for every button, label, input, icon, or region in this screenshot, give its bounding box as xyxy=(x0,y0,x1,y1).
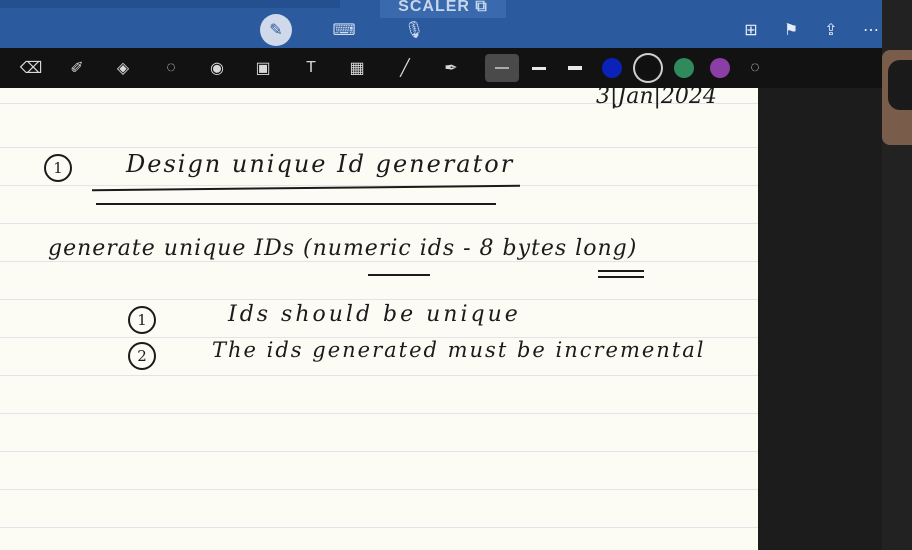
more-icon: ⋯ xyxy=(863,22,879,39)
tab-strip xyxy=(0,0,340,8)
right-actions: ⊞ ⚑ ⇪ ⋯ xyxy=(740,14,882,46)
stroke-thick-button[interactable] xyxy=(560,54,590,82)
color-picker-icon: ✒ xyxy=(444,60,458,77)
color-picker-button[interactable]: ✒ xyxy=(436,54,466,82)
image-button[interactable]: ▣ xyxy=(248,54,278,82)
heading-underline xyxy=(92,184,520,192)
stroke-medium-button[interactable] xyxy=(524,54,554,82)
audio-mode-button[interactable]: 🎙 xyxy=(398,14,430,46)
sticker-icon: ▦ xyxy=(349,60,365,77)
pen-mode-button[interactable]: ✎ xyxy=(260,14,292,46)
laser-pointer-icon: ◉ xyxy=(210,60,224,77)
keyboard-icon: ⌨ xyxy=(332,22,356,39)
keyboard-mode-button[interactable]: ⌨ xyxy=(328,14,360,46)
item-2-number: 2 xyxy=(128,342,156,370)
stroke-medium-icon xyxy=(532,66,546,70)
brand-logo: SCALER ⧉ xyxy=(380,0,506,18)
stroke-thin-icon xyxy=(495,67,509,69)
note-date: 3|Jan|2024 xyxy=(596,88,717,109)
canvas-margin xyxy=(758,88,882,550)
share-button[interactable]: ⇪ xyxy=(820,14,842,46)
share-icon: ⇪ xyxy=(824,22,838,39)
shapes-icon: ◈ xyxy=(116,60,130,77)
color-wheel-icon: ◌ xyxy=(750,59,760,76)
bookmark-icon: ⚑ xyxy=(783,22,799,39)
microphone-icon: 🎙 xyxy=(403,22,425,39)
color-swatch-black[interactable] xyxy=(638,58,658,78)
stroke-thick-icon xyxy=(568,66,582,70)
notebook-page[interactable]: 3|Jan|2024 1 Design unique Id generator … xyxy=(0,88,758,550)
image-icon: ▣ xyxy=(255,60,271,77)
custom-color-button[interactable]: ◌ xyxy=(740,54,770,82)
color-swatch-purple[interactable] xyxy=(710,58,730,78)
lasso-button[interactable]: ◌ xyxy=(156,54,186,82)
webcam-feed xyxy=(882,0,912,550)
app-top-bar: SCALER ⧉ ✎ ⌨ 🎙 ⊞ ⚑ ⇪ ⋯ xyxy=(0,0,882,48)
shapes-button[interactable]: ◈ xyxy=(108,54,138,82)
drawing-toolbar: ⌫ ✐ ◈ ◌ ◉ ▣ T ▦ ╱ ✒ ◌ xyxy=(0,48,882,88)
text-button[interactable]: T xyxy=(296,54,326,82)
note-heading: Design unique Id generator xyxy=(126,150,515,178)
highlighter-button[interactable]: ✐ xyxy=(62,54,92,82)
color-swatch-blue[interactable] xyxy=(602,58,622,78)
color-swatch-green[interactable] xyxy=(674,58,694,78)
add-page-icon: ⊞ xyxy=(744,22,758,39)
highlighter-icon: ✐ xyxy=(70,60,84,77)
eraser-button[interactable]: ⌫ xyxy=(16,54,46,82)
item-1-text: Ids should be unique xyxy=(228,302,521,327)
ruler-button[interactable]: ╱ xyxy=(390,54,420,82)
pen-icon: ✎ xyxy=(269,22,283,39)
ruler-icon: ╱ xyxy=(400,60,410,77)
sticker-button[interactable]: ▦ xyxy=(342,54,372,82)
stroke-thin-button[interactable] xyxy=(485,54,519,82)
add-page-button[interactable]: ⊞ xyxy=(740,14,762,46)
item-2-text: The ids generated must be incremental xyxy=(212,338,706,362)
bytes-underline-2 xyxy=(598,276,644,278)
heading-underline-2 xyxy=(96,203,496,205)
bookmark-button[interactable]: ⚑ xyxy=(780,14,802,46)
note-line-1: generate unique IDs (numeric ids - 8 byt… xyxy=(48,236,638,261)
item-1-number: 1 xyxy=(128,306,156,334)
laser-pointer-button[interactable]: ◉ xyxy=(202,54,232,82)
heading-number: 1 xyxy=(44,154,72,182)
lasso-icon: ◌ xyxy=(166,59,176,76)
more-button[interactable]: ⋯ xyxy=(860,14,882,46)
presenter-hair xyxy=(888,60,912,110)
bytes-underline xyxy=(598,270,644,272)
text-icon: T xyxy=(306,59,316,76)
numeric-underline xyxy=(368,274,430,276)
eraser-icon: ⌫ xyxy=(19,60,43,77)
